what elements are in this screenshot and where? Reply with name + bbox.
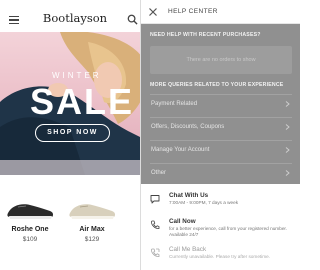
- query-item-other[interactable]: Other: [150, 163, 292, 181]
- contact-title: Call Now: [169, 218, 196, 225]
- contact-options: Chat With Us 7:00AM - 9:00PM, 7 days a w…: [141, 184, 300, 270]
- chevron-right-icon: [285, 147, 290, 153]
- help-center-screen: HELP CENTER NEED HELP WITH RECENT PURCHA…: [140, 0, 300, 270]
- query-label: Manage Your Account: [151, 147, 210, 153]
- help-header: HELP CENTER: [141, 0, 300, 24]
- hero-headline: SALE: [30, 81, 135, 122]
- contact-subtitle: for a better experience, call from your …: [169, 226, 288, 237]
- query-label: Offers, Discounts, Coupons: [151, 124, 225, 130]
- store-header: Bootlayson: [0, 0, 149, 30]
- empty-orders-message: There are no orders to show: [150, 46, 292, 74]
- query-item-account[interactable]: Manage Your Account: [150, 140, 292, 158]
- hero-banner[interactable]: WINTER SALE: [0, 32, 149, 175]
- product-name: Air Max: [79, 226, 105, 233]
- contact-subtitle: Currently unavailable. Please try after …: [169, 254, 271, 259]
- call-now-option[interactable]: Call Now for a better experience, call f…: [141, 216, 300, 240]
- query-item-payment[interactable]: Payment Related: [150, 94, 292, 112]
- contact-subtitle: 7:00AM - 9:00PM, 7 days a week: [169, 200, 239, 205]
- product-price: $129: [84, 236, 100, 243]
- shop-now-button[interactable]: SHOP NOW: [35, 124, 110, 142]
- page-title: HELP CENTER: [168, 8, 218, 15]
- product-card[interactable]: Air Max $129: [66, 185, 118, 255]
- help-overlay: NEED HELP WITH RECENT PURCHASES? There a…: [141, 24, 300, 184]
- query-label: Payment Related: [151, 101, 198, 107]
- callback-icon: [151, 248, 160, 258]
- product-carousel: Roshe One $109 Air Max $129: [0, 185, 149, 270]
- hero-kicker: WINTER: [52, 71, 102, 80]
- sneaker-image: [7, 204, 54, 219]
- chat-icon: [150, 195, 160, 204]
- contact-title: Call Me Back: [169, 246, 207, 253]
- chat-with-us-option[interactable]: Chat With Us 7:00AM - 9:00PM, 7 days a w…: [141, 190, 300, 214]
- contact-title: Chat With Us: [169, 192, 209, 199]
- product-card[interactable]: Roshe One $109: [4, 185, 56, 255]
- query-label: Other: [151, 170, 167, 176]
- chevron-right-icon: [285, 124, 290, 130]
- chevron-right-icon: [285, 170, 290, 176]
- recent-purchases-heading: NEED HELP WITH RECENT PURCHASES?: [150, 32, 261, 38]
- storefront-screen: Bootlayson WINTER SALE SHOP NOW Roshe On…: [0, 0, 150, 270]
- sneaker-image: [69, 204, 116, 219]
- close-icon[interactable]: [149, 8, 157, 16]
- phone-icon: [151, 220, 160, 230]
- product-price: $109: [22, 236, 38, 243]
- query-item-offers[interactable]: Offers, Discounts, Coupons: [150, 117, 292, 135]
- queries-heading: MORE QUERIES RELATED TO YOUR EXPERIENCE: [150, 82, 284, 88]
- chevron-right-icon: [285, 101, 290, 107]
- call-me-back-option[interactable]: Call Me Back Currently unavailable. Plea…: [141, 244, 300, 268]
- search-icon[interactable]: [127, 14, 138, 25]
- product-name: Roshe One: [11, 226, 49, 233]
